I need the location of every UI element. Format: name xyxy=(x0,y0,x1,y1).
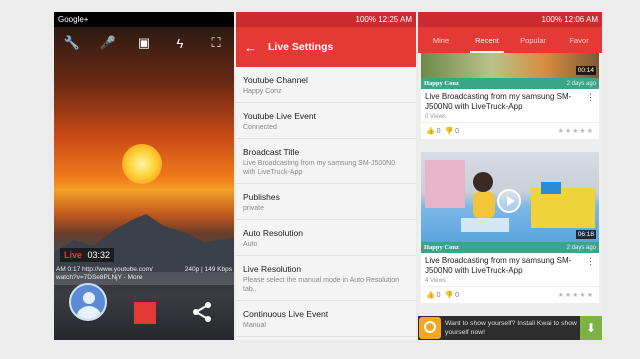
video-title: Live Broadcasting from my samsung SM-J50… xyxy=(425,92,595,111)
upload-time: 2 days ago xyxy=(566,80,596,87)
camera-toolbar: 🔧 🎤 ▣ ϟ ⛶ xyxy=(54,32,234,54)
setting-youtube-live-event[interactable]: Youtube Live Event Connected xyxy=(236,103,416,139)
view-count: 4 Views xyxy=(425,278,446,284)
ad-banner[interactable]: Want to show yourself? Install Kwai to s… xyxy=(418,316,602,340)
video-thumbnail[interactable]: 06:18 xyxy=(421,152,599,242)
channel-name: Happy Conz xyxy=(424,244,459,251)
page-title: Live Settings xyxy=(268,41,334,53)
channel-bar: Happy Conz 2 days ago xyxy=(421,78,599,89)
wrench-icon[interactable]: 🔧 xyxy=(62,35,82,51)
settings-app-bar: ← Live Settings xyxy=(236,27,416,67)
thumbs-up-icon[interactable]: 👍 xyxy=(426,291,435,299)
thumbs-down-icon[interactable]: 👎 xyxy=(444,127,453,135)
video-thumbnail[interactable]: 00:14 xyxy=(421,53,599,78)
status-right: 100% 12:25 AM xyxy=(355,15,412,24)
play-icon[interactable] xyxy=(497,189,521,213)
thumbs-down-icon[interactable]: 👎 xyxy=(444,291,453,299)
settings-screen: 100% 12:25 AM ← Live Settings Youtube Ch… xyxy=(236,12,416,340)
resolution-label: 240p | 149 Kbps xyxy=(184,266,232,273)
stop-button[interactable] xyxy=(134,302,156,324)
channel-name: Happy Conz xyxy=(424,80,459,87)
videos-screen: 100% 12:06 AM Mine Recent Popular Favor … xyxy=(418,12,602,340)
status-bar: 100% 12:06 AM xyxy=(418,12,602,27)
kwai-logo-icon xyxy=(419,317,441,339)
video-duration: 00:14 xyxy=(575,66,596,75)
setting-youtube-channel[interactable]: Youtube Channel Happy Conz xyxy=(236,67,416,103)
setting-auto-resolution[interactable]: Auto Resolution Auto xyxy=(236,220,416,256)
more-vert-icon[interactable]: ⋮ xyxy=(586,92,595,102)
tab-popular[interactable]: Popular xyxy=(510,27,556,53)
more-vert-icon[interactable]: ⋮ xyxy=(586,256,595,266)
rating-stars[interactable]: ★★★★★ xyxy=(558,291,594,299)
tab-favor[interactable]: Favor xyxy=(556,27,602,53)
card-actions: 👍 0 👎 0 ★★★★★ xyxy=(421,122,599,139)
video-camera-icon[interactable]: ▣ xyxy=(134,35,154,51)
card-actions: 👍 0 👎 0 ★★★★★ xyxy=(421,286,599,303)
back-arrow-icon[interactable]: ← xyxy=(244,40,262,55)
share-icon[interactable] xyxy=(190,300,214,324)
video-card[interactable]: 00:14 Happy Conz 2 days ago Live Broadca… xyxy=(421,53,599,139)
sun-image xyxy=(122,144,162,184)
flash-off-icon[interactable]: ϟ xyxy=(170,36,190,51)
tab-recent[interactable]: Recent xyxy=(464,27,510,53)
status-right: 100% 12:06 AM xyxy=(541,15,598,24)
setting-publishes[interactable]: Publishes private xyxy=(236,184,416,220)
rating-stars[interactable]: ★★★★★ xyxy=(558,127,594,135)
live-timer: Live 03:32 xyxy=(60,248,115,262)
tab-mine[interactable]: Mine xyxy=(418,27,464,53)
avatar-icon xyxy=(83,292,95,304)
status-bar: Google+ xyxy=(54,12,234,27)
setting-continuous-live-event[interactable]: Continuous Live Event Manual xyxy=(236,301,416,337)
stream-url-line1[interactable]: AM 0:17 http://www.youtube.com/ xyxy=(56,266,176,274)
video-duration: 06:18 xyxy=(575,230,596,239)
stream-info: AM 0:17 http://www.youtube.com/ watch?v=… xyxy=(56,266,232,282)
setting-live-resolution[interactable]: Live Resolution Please select the manual… xyxy=(236,256,416,301)
upload-time: 2 days ago xyxy=(566,244,596,251)
live-time: 03:32 xyxy=(87,250,111,260)
settings-list: Youtube Channel Happy Conz Youtube Live … xyxy=(236,67,416,337)
setting-broadcast-title[interactable]: Broadcast Title Live Broadcasting from m… xyxy=(236,139,416,184)
mountain-silhouette xyxy=(54,214,234,272)
channel-bar: Happy Conz 2 days ago xyxy=(421,242,599,253)
video-title: Live Broadcasting from my samsung SM-J50… xyxy=(425,256,595,275)
account-avatar-button[interactable] xyxy=(69,283,107,321)
stream-url-line2[interactable]: watch?v=7DSe8PLNjY - More xyxy=(56,274,176,282)
video-card[interactable]: 06:18 Happy Conz 2 days ago Live Broadca… xyxy=(421,152,599,303)
microphone-icon[interactable]: 🎤 xyxy=(98,35,118,51)
video-tabs: Mine Recent Popular Favor xyxy=(418,27,602,53)
status-bar: 100% 12:25 AM xyxy=(236,12,416,27)
thumbs-up-icon[interactable]: 👍 xyxy=(426,127,435,135)
live-label: Live xyxy=(64,250,83,260)
focus-icon[interactable]: ⛶ xyxy=(206,35,226,51)
google-plus-label: Google+ xyxy=(58,15,89,24)
view-count: 0 Views xyxy=(425,114,446,120)
ad-text: Want to show yourself? Install Kwai to s… xyxy=(445,320,577,336)
download-icon[interactable]: ⬇ xyxy=(580,316,602,340)
